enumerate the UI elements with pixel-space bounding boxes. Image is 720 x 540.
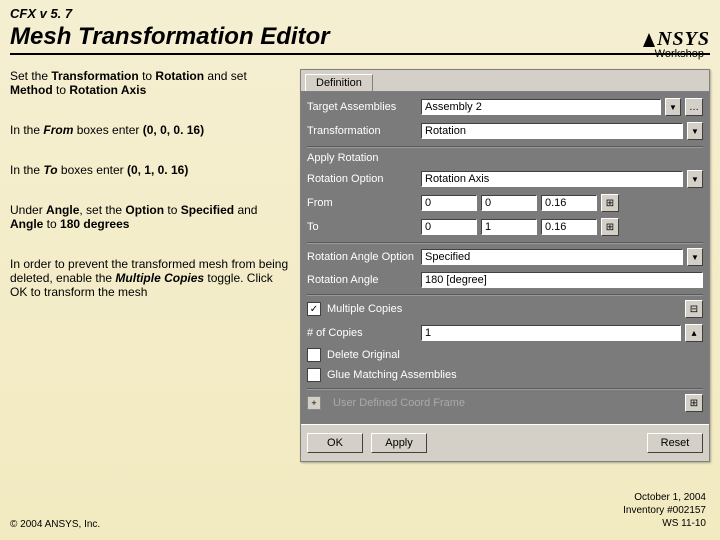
rotation-angle-field[interactable]: 180 [degree] [421, 272, 703, 288]
mult-collapse-icon[interactable]: ⊟ [685, 300, 703, 318]
to-z-field[interactable]: 0.16 [541, 219, 597, 235]
target-assemblies-label: Target Assemblies [307, 101, 417, 113]
target-ext-icon[interactable]: … [685, 98, 703, 116]
copyright-text: © 2004 ANSYS, Inc. [10, 519, 100, 530]
from-label: From [307, 197, 417, 209]
rotation-angle-label: Rotation Angle [307, 274, 417, 286]
target-dropdown[interactable]: ▼ [665, 98, 681, 116]
to-y-field[interactable]: 1 [481, 219, 537, 235]
page-title: Mesh Transformation Editor [10, 23, 330, 51]
rotation-angle-option-label: Rotation Angle Option [307, 251, 417, 263]
coord-expand-icon[interactable]: + [307, 396, 321, 410]
angopt-dropdown[interactable]: ▼ [687, 248, 703, 266]
coord-ext-icon[interactable]: ⊞ [685, 394, 703, 412]
from-z-field[interactable]: 0.16 [541, 195, 597, 211]
delete-original-checkbox[interactable] [307, 348, 321, 362]
triangle-icon [643, 33, 655, 47]
glue-checkbox[interactable] [307, 368, 321, 382]
tab-definition[interactable]: Definition [305, 74, 373, 91]
to-x-field[interactable]: 0 [421, 219, 477, 235]
reset-button[interactable]: Reset [647, 433, 703, 453]
apply-rotation-label: Apply Rotation [307, 152, 703, 164]
rotation-option-label: Rotation Option [307, 173, 417, 185]
transformation-label: Transformation [307, 125, 417, 137]
from-picker-icon[interactable]: ⊞ [601, 194, 619, 212]
rotation-option-field[interactable]: Rotation Axis [421, 171, 683, 187]
rotopt-dropdown[interactable]: ▼ [687, 170, 703, 188]
from-y-field[interactable]: 0 [481, 195, 537, 211]
instruction-3: In the To boxes enter (0, 1, 0. 16) [10, 163, 290, 177]
copies-label: # of Copies [307, 327, 417, 339]
footer-meta: October 1, 2004 Inventory #002157 WS 11-… [623, 491, 706, 530]
coord-frame-label: User Defined Coord Frame [333, 397, 465, 409]
glue-label: Glue Matching Assemblies [327, 369, 457, 381]
instructions-panel: Set the Transformation to Rotation and s… [10, 69, 290, 462]
ok-button[interactable]: OK [307, 433, 363, 453]
workshop-label: Workshop [655, 48, 704, 60]
rotation-angle-option-field[interactable]: Specified [421, 249, 683, 265]
delete-original-label: Delete Original [327, 349, 400, 361]
version-text: CFX v 5. 7 [10, 6, 710, 21]
multiple-copies-checkbox[interactable]: ✓ [307, 302, 321, 316]
transformation-dropdown[interactable]: ▼ [687, 122, 703, 140]
to-picker-icon[interactable]: ⊞ [601, 218, 619, 236]
to-label: To [307, 221, 417, 233]
target-assemblies-field[interactable]: Assembly 2 [421, 99, 661, 115]
instruction-4: Under Angle, set the Option to Specified… [10, 203, 290, 231]
mesh-dialog: Definition Target Assemblies Assembly 2 … [300, 69, 710, 462]
apply-button[interactable]: Apply [371, 433, 427, 453]
instruction-1: Set the Transformation to Rotation and s… [10, 69, 290, 97]
instruction-2: In the From boxes enter (0, 0, 0. 16) [10, 123, 290, 137]
slide-header: CFX v 5. 7 Mesh Transformation Editor NS… [0, 0, 720, 55]
multiple-copies-label: Multiple Copies [327, 303, 402, 315]
copies-stepper[interactable]: ▴ [685, 324, 703, 342]
copies-field[interactable]: 1 [421, 325, 681, 341]
from-x-field[interactable]: 0 [421, 195, 477, 211]
transformation-field[interactable]: Rotation [421, 123, 683, 139]
instruction-5: In order to prevent the transformed mesh… [10, 257, 290, 299]
